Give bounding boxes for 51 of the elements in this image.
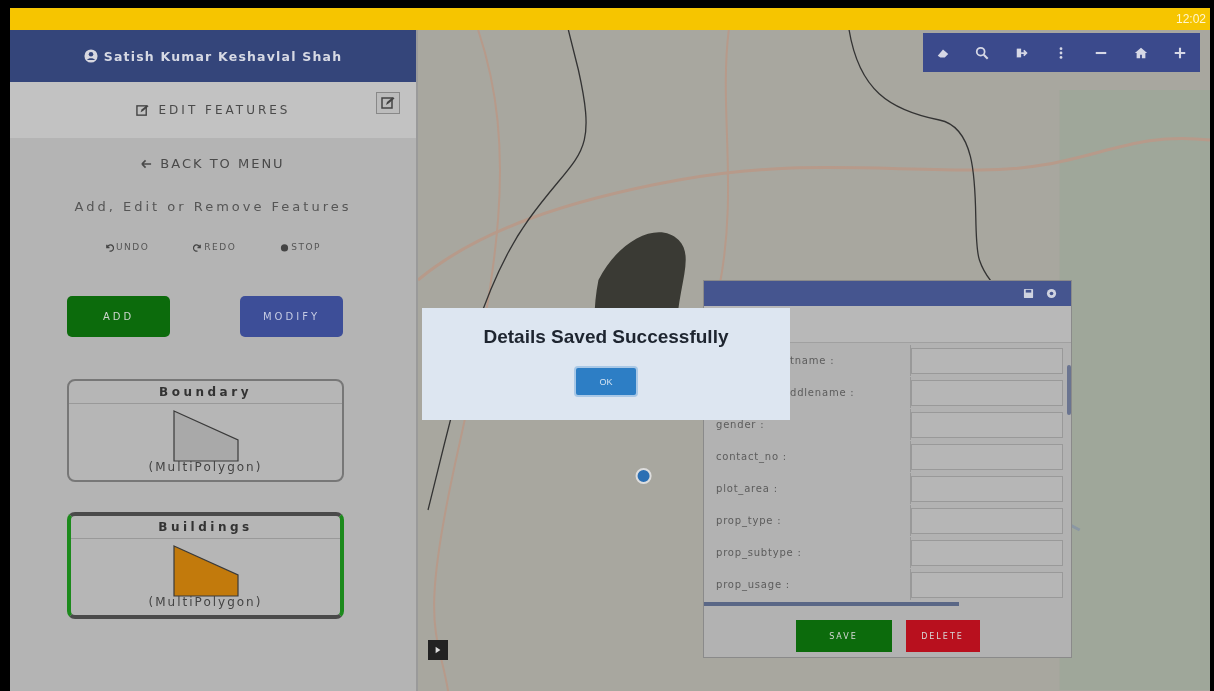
user-name: Satish Kumar Keshavlal Shah bbox=[103, 48, 343, 64]
input-field[interactable] bbox=[911, 539, 1063, 566]
input-field[interactable] bbox=[911, 507, 1063, 534]
undo-button[interactable]: UNDO bbox=[104, 242, 150, 252]
field-label: tname : bbox=[790, 355, 835, 366]
input-field[interactable] bbox=[911, 443, 1063, 470]
input-field[interactable] bbox=[911, 411, 1063, 438]
play-icon bbox=[434, 646, 442, 654]
undo-icon bbox=[104, 242, 114, 252]
field-label: ddlename : bbox=[790, 387, 855, 398]
expand-button[interactable] bbox=[428, 640, 448, 660]
modify-button[interactable]: MODIFY bbox=[240, 296, 343, 337]
field-label: plot_area : bbox=[716, 483, 778, 494]
redo-button[interactable]: REDO bbox=[193, 242, 237, 252]
settings-icon[interactable] bbox=[1046, 288, 1057, 299]
zoom-icon[interactable] bbox=[974, 44, 991, 61]
delete-button[interactable]: DELETE bbox=[905, 620, 980, 652]
ok-button[interactable]: OK bbox=[574, 366, 638, 397]
input-field[interactable] bbox=[911, 475, 1063, 502]
stop-button[interactable]: STOP bbox=[280, 242, 321, 252]
arrow-left-icon bbox=[141, 158, 153, 169]
input-field[interactable] bbox=[911, 379, 1063, 406]
geometry-type: (MultiPolygon) bbox=[148, 595, 263, 609]
subtitle: Add, Edit or Remove Features bbox=[73, 199, 353, 214]
field-label: contact_no : bbox=[716, 451, 788, 462]
add-button[interactable]: ADD bbox=[67, 296, 170, 337]
clock-time: 12:02 bbox=[1175, 12, 1206, 26]
scrollbar[interactable] bbox=[1067, 365, 1071, 415]
edit-icon bbox=[381, 96, 395, 110]
geometry-type: (MultiPolygon) bbox=[148, 460, 263, 474]
layer-name: Buildings bbox=[71, 516, 340, 539]
layer-card[interactable]: Boundary (MultiPolygon) bbox=[67, 379, 344, 482]
edit-icon bbox=[135, 103, 149, 117]
back-to-menu-link[interactable]: BACK TO MENU bbox=[141, 156, 285, 171]
stop-icon bbox=[280, 242, 290, 252]
field-label: prop_subtype : bbox=[716, 547, 802, 558]
dialog-message: Details Saved Successfully bbox=[483, 326, 729, 348]
section-title: EDIT FEATURES bbox=[158, 103, 291, 117]
field-label: gender : bbox=[716, 419, 765, 430]
save-button[interactable]: SAVE bbox=[795, 620, 892, 652]
redo-icon bbox=[193, 242, 203, 252]
save-icon[interactable] bbox=[1023, 288, 1034, 299]
horizontal-scrollbar[interactable] bbox=[704, 602, 959, 606]
edit-button[interactable] bbox=[376, 92, 400, 114]
layer-card[interactable]: Buildings (MultiPolygon) bbox=[67, 512, 344, 619]
input-field[interactable] bbox=[911, 571, 1063, 598]
field-label: prop_type : bbox=[716, 515, 782, 526]
field-label: prop_usage : bbox=[716, 579, 791, 590]
input-field[interactable] bbox=[911, 347, 1063, 374]
layer-name: Boundary bbox=[69, 381, 342, 404]
user-icon bbox=[83, 49, 98, 63]
